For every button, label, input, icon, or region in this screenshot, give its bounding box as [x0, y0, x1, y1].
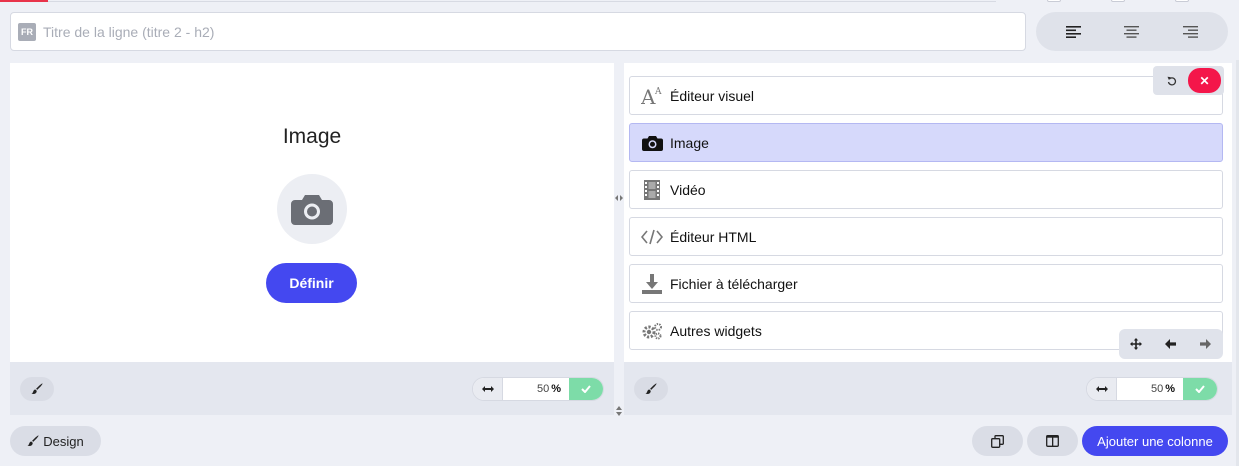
svg-text:A: A [654, 87, 662, 97]
vertical-resize-icon [616, 406, 622, 416]
design-label: Design [43, 433, 84, 449]
width-unit: % [1165, 382, 1175, 395]
column-width-input[interactable] [1117, 377, 1166, 400]
column-resize-handle[interactable] [614, 193, 624, 203]
brush-icon [27, 435, 39, 446]
column-design-button[interactable] [20, 376, 54, 401]
align-center-button[interactable] [1112, 17, 1152, 47]
column-width-input[interactable] [503, 377, 552, 400]
column-actions: ✕ [1153, 66, 1224, 95]
check-icon [581, 384, 591, 393]
widget-label: Autres widgets [670, 322, 762, 339]
brush-icon [645, 382, 657, 394]
alignment-toolbar [1036, 12, 1228, 51]
undo-icon [1167, 76, 1176, 85]
camera-icon [291, 195, 333, 225]
check-icon [1195, 384, 1205, 393]
widget-label: Éditeur HTML [670, 228, 757, 245]
widget-list: AA Éditeur visuel Image Vidéo Éditeur HT… [629, 76, 1223, 358]
left-column-footer: % [10, 362, 614, 415]
brush-icon [31, 382, 43, 394]
move-right-button[interactable] [1191, 331, 1221, 357]
width-unit: % [551, 382, 561, 395]
align-left-icon [1065, 25, 1081, 38]
arrow-left-icon [1165, 339, 1177, 349]
text-editor-icon: AA [641, 85, 663, 107]
top-divider [48, 0, 996, 2]
top-accent-bar [0, 0, 48, 2]
column-width-control: % [472, 376, 604, 401]
right-column: AA Éditeur visuel Image Vidéo Éditeur HT… [624, 63, 1232, 415]
widget-item-image[interactable]: Image [629, 123, 1223, 162]
align-right-icon [1183, 25, 1199, 38]
columns-icon [1046, 435, 1059, 447]
column-design-button[interactable] [634, 376, 668, 401]
row-title-field: FR [10, 12, 1026, 51]
camera-icon [641, 132, 663, 154]
move-left-button[interactable] [1156, 331, 1186, 357]
widget-item-html-editor[interactable]: Éditeur HTML [629, 217, 1223, 256]
width-resize-icon [473, 377, 504, 400]
column-width-control: % [1086, 376, 1218, 401]
copy-icon [991, 434, 1004, 448]
paste-column-button[interactable] [972, 426, 1023, 456]
widget-item-visual-editor[interactable]: AA Éditeur visuel [629, 76, 1223, 115]
confirm-width-button[interactable] [569, 377, 603, 400]
widget-label: Éditeur visuel [670, 87, 755, 104]
column-move-controls [1119, 329, 1223, 359]
code-icon [641, 226, 663, 248]
widget-item-download-file[interactable]: Fichier à télécharger [629, 264, 1223, 303]
horizontal-resize-icon [615, 195, 623, 201]
design-button[interactable]: Design [10, 426, 101, 456]
download-icon [641, 273, 663, 295]
image-block-title: Image [282, 125, 342, 148]
right-column-footer: % [624, 362, 1232, 415]
widget-label: Image [670, 134, 709, 151]
widget-item-video[interactable]: Vidéo [629, 170, 1223, 209]
close-icon: ✕ [1199, 73, 1210, 88]
gears-icon [641, 320, 663, 342]
row-resize-handle[interactable] [614, 405, 624, 417]
move-icon [1130, 338, 1143, 350]
left-column: Image Définir % [10, 63, 614, 415]
align-left-button[interactable] [1053, 17, 1093, 47]
confirm-width-button[interactable] [1183, 377, 1217, 400]
film-icon [641, 179, 663, 201]
top-checkbox[interactable] [1175, 0, 1189, 2]
svg-text:A: A [641, 86, 656, 106]
align-center-icon [1124, 25, 1140, 38]
widget-label: Fichier à télécharger [670, 275, 798, 292]
delete-column-button[interactable]: ✕ [1188, 68, 1221, 93]
top-checkbox[interactable] [1111, 0, 1125, 2]
top-checkbox[interactable] [1047, 0, 1061, 2]
add-column-button[interactable]: Ajouter une colonne [1082, 426, 1228, 456]
language-badge: FR [18, 22, 36, 41]
width-resize-icon [1087, 377, 1118, 400]
reset-column-button[interactable] [1155, 68, 1188, 93]
row-title-input[interactable] [43, 23, 1003, 40]
image-placeholder [277, 174, 347, 244]
widget-label: Vidéo [670, 181, 706, 198]
align-right-button[interactable] [1171, 17, 1211, 47]
arrow-right-icon [1200, 339, 1212, 349]
move-column-button[interactable] [1121, 331, 1151, 357]
column-layout-button[interactable] [1027, 426, 1078, 456]
define-image-button[interactable]: Définir [266, 263, 357, 303]
